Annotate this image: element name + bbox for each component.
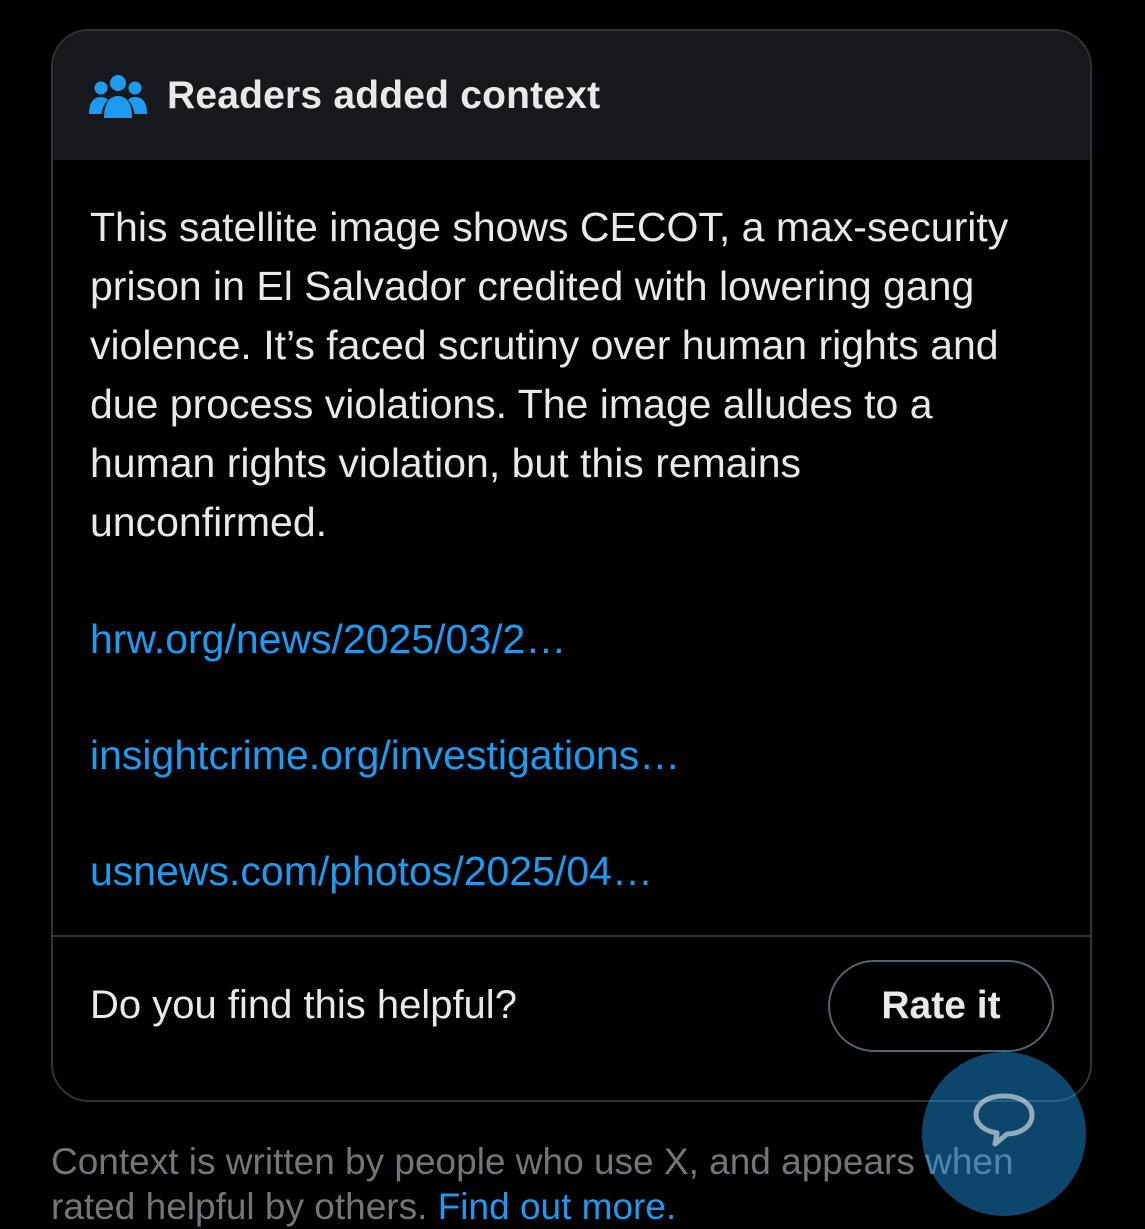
context-disclaimer-prefix: rated helpful by others. [51, 1186, 438, 1227]
source-link-insightcrime[interactable]: insightcrime.org/investigations… [90, 726, 1030, 785]
source-link-usnews[interactable]: usnews.com/photos/2025/04… [90, 842, 1030, 901]
note-text: This satellite image shows CECOT, a max-… [90, 204, 1009, 545]
note-header: Readers added context [53, 31, 1090, 160]
people-group-icon [89, 74, 147, 118]
context-disclaimer-continued: rated helpful by others. Find out more. [51, 1185, 676, 1229]
rate-it-button[interactable]: Rate it [828, 959, 1054, 1052]
source-links: hrw.org/news/2025/03/2… insightcrime.org… [90, 610, 1030, 901]
context-disclaimer: Context is written by people who use X, … [51, 1141, 1014, 1182]
helpful-question: Do you find this helpful? [90, 983, 517, 1027]
helpful-prompt-row: Do you find this helpful? Rate it [90, 937, 1054, 1100]
note-header-title: Readers added context [167, 73, 601, 117]
note-body: This satellite image shows CECOT, a max-… [53, 160, 1090, 901]
find-out-more-link[interactable]: Find out more. [438, 1186, 677, 1227]
floating-action-button[interactable] [922, 1052, 1086, 1216]
community-note-card: Readers added context This satellite ima… [51, 29, 1092, 1102]
source-link-hrw[interactable]: hrw.org/news/2025/03/2… [90, 610, 1030, 669]
message-bubble-icon [971, 1092, 1037, 1152]
